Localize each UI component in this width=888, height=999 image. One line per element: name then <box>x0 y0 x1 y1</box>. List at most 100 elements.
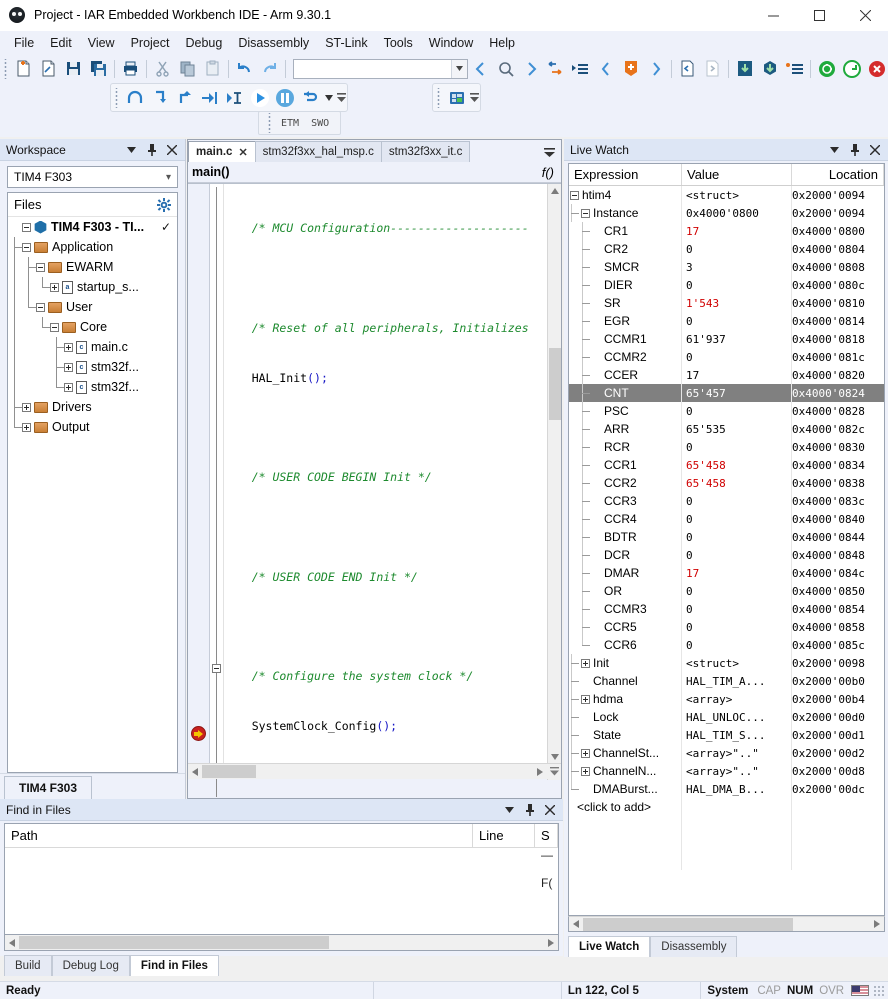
expander-plus-icon[interactable] <box>64 342 73 352</box>
trace-status-grip[interactable] <box>266 113 273 133</box>
live-watch-value-cell[interactable]: 0 <box>682 636 792 654</box>
pin-icon[interactable] <box>849 143 860 157</box>
menu-window[interactable]: Window <box>421 33 481 53</box>
live-watch-row[interactable]: DIER 0 0x4000'080c <box>569 276 884 294</box>
live-watch-row[interactable]: CCR2 65'458 0x4000'0838 <box>569 474 884 492</box>
cut-icon[interactable] <box>150 57 175 81</box>
live-watch-value-cell[interactable]: 0 <box>682 618 792 636</box>
go-icon[interactable] <box>247 86 272 110</box>
close-icon[interactable] <box>869 143 880 157</box>
run-to-cursor-icon[interactable] <box>222 86 247 110</box>
expander-minus-icon[interactable] <box>36 262 45 272</box>
live-watch-add-row[interactable]: <click to add> <box>569 798 884 816</box>
live-watch-value-cell[interactable]: 0 <box>682 528 792 546</box>
menu-project[interactable]: Project <box>123 33 178 53</box>
scroll-left-icon[interactable] <box>5 936 19 950</box>
window-resize-grip[interactable] <box>873 984 885 997</box>
live-watch-value-cell[interactable]: 0 <box>682 240 792 258</box>
close-icon[interactable] <box>842 0 888 31</box>
execution-pointer-icon[interactable] <box>191 726 206 741</box>
live-watch-row[interactable]: EGR 0 0x4000'0814 <box>569 312 884 330</box>
live-watch-value-cell[interactable]: 0 <box>682 438 792 456</box>
live-watch-value-cell[interactable]: <struct> <box>682 654 792 672</box>
scroll-down-icon[interactable] <box>548 750 562 764</box>
navigate-back-icon[interactable] <box>468 57 493 81</box>
editor-tab-main-c[interactable]: main.c ✕ <box>188 141 256 162</box>
editor-gutter[interactable] <box>188 184 210 779</box>
code-area[interactable]: /* MCU Configuration--------------------… <box>224 184 561 779</box>
live-watch-value-cell[interactable]: 0 <box>682 546 792 564</box>
pin-icon[interactable] <box>524 803 535 817</box>
expander-minus-icon[interactable] <box>50 322 59 332</box>
live-watch-value-cell[interactable]: <struct> <box>682 186 792 204</box>
live-watch-empty-row[interactable] <box>569 834 884 852</box>
bottom-tab-debug-log[interactable]: Debug Log <box>51 955 130 976</box>
column-header-expression[interactable]: Expression <box>569 164 682 185</box>
settings-gear-icon[interactable] <box>157 197 171 212</box>
tree-item-stm32f-1[interactable]: c stm32f... <box>8 357 177 377</box>
expander-plus-icon[interactable] <box>22 402 31 412</box>
save-all-icon[interactable] <box>86 57 111 81</box>
live-watch-row[interactable]: DMABurst... HAL_DMA_B... 0x2000'00dc <box>569 780 884 798</box>
debug-toolbar-grip[interactable] <box>113 87 120 108</box>
menu-edit[interactable]: Edit <box>42 33 80 53</box>
live-watch-value-cell[interactable]: 0 <box>682 348 792 366</box>
step-over-icon[interactable] <box>122 86 147 110</box>
live-watch-row[interactable]: CNT 65'457 0x4000'0824 <box>569 384 884 402</box>
tree-item-main-c[interactable]: c main.c <box>8 337 177 357</box>
live-watch-value-cell[interactable]: 0 <box>682 510 792 528</box>
search-input[interactable] <box>294 62 444 75</box>
editor-horizontal-scrollbar[interactable] <box>188 763 561 779</box>
live-watch-value-cell[interactable]: 17 <box>682 564 792 582</box>
editor-scroll-overflow-icon[interactable] <box>547 765 561 779</box>
compare-file-icon[interactable] <box>675 57 700 81</box>
live-watch-row[interactable]: CR1 17 0x4000'0800 <box>569 222 884 240</box>
project-tree[interactable]: Files TIM4 F303 - TI... ✓ Application EW… <box>7 192 178 773</box>
live-watch-row[interactable]: RCR 0 0x4000'0830 <box>569 438 884 456</box>
undo-icon[interactable] <box>232 57 257 81</box>
live-watch-row[interactable]: ChannelN... <array>".." 0x2000'00d8 <box>569 762 884 780</box>
live-watch-horizontal-scrollbar[interactable] <box>568 916 885 932</box>
chevron-down-icon[interactable] <box>829 143 840 157</box>
download-active-app-icon[interactable] <box>732 57 757 81</box>
live-watch-value-cell[interactable]: <array>".." <box>682 762 792 780</box>
stop-build-icon[interactable] <box>864 57 888 81</box>
scroll-left-icon[interactable] <box>569 917 583 931</box>
expander-plus-icon[interactable] <box>64 382 73 392</box>
live-watch-value-cell[interactable]: HAL_TIM_A... <box>682 672 792 690</box>
live-watch-value-cell[interactable]: 0 <box>682 402 792 420</box>
live-watch-row[interactable]: DMAR 17 0x4000'084c <box>569 564 884 582</box>
tree-item-ewarm[interactable]: EWARM <box>8 257 177 277</box>
column-header-s[interactable]: S <box>535 824 558 847</box>
prev-bookmark-icon[interactable] <box>593 57 618 81</box>
editor-tab-it-c[interactable]: stm32f3xx_it.c <box>380 141 471 162</box>
bottom-tab-disassembly[interactable]: Disassembly <box>650 936 738 957</box>
editor-hscroll-thumb[interactable] <box>202 765 256 778</box>
editor-fold-margin[interactable] <box>210 184 224 797</box>
live-watch-row[interactable]: DCR 0 0x4000'0848 <box>569 546 884 564</box>
live-watch-grid[interactable]: Expression Value Location htim4 <struct> 0… <box>568 163 885 916</box>
copy-icon[interactable] <box>175 57 200 81</box>
live-watch-row[interactable]: CCR6 0 0x4000'085c <box>569 636 884 654</box>
paste-icon[interactable] <box>200 57 225 81</box>
step-out-icon[interactable] <box>172 86 197 110</box>
live-watch-row[interactable]: ChannelSt... <array>".." 0x2000'00d2 <box>569 744 884 762</box>
expander-plus-icon[interactable] <box>64 362 73 372</box>
fold-box-while[interactable] <box>212 664 221 673</box>
bottom-tab-live-watch[interactable]: Live Watch <box>568 936 651 957</box>
tree-item-output[interactable]: Output <box>8 417 177 437</box>
maximize-icon[interactable] <box>796 0 842 31</box>
scroll-right-icon[interactable] <box>870 917 884 931</box>
expander-plus-icon[interactable] <box>581 658 590 668</box>
tree-item-core[interactable]: Core <box>8 317 177 337</box>
toolbar-grip[interactable] <box>2 58 9 79</box>
menu-view[interactable]: View <box>80 33 123 53</box>
live-watch-value-cell[interactable]: 65'535 <box>682 420 792 438</box>
function-list-icon[interactable]: f() <box>542 165 561 180</box>
expander-plus-icon[interactable] <box>581 766 590 776</box>
go-to-definition-icon[interactable] <box>543 57 568 81</box>
live-watch-row[interactable]: SMCR 3 0x4000'0808 <box>569 258 884 276</box>
live-watch-row[interactable]: CCR5 0 0x4000'0858 <box>569 618 884 636</box>
live-watch-row[interactable]: CCMR2 0 0x4000'081c <box>569 348 884 366</box>
live-watch-row[interactable]: CR2 0 0x4000'0804 <box>569 240 884 258</box>
